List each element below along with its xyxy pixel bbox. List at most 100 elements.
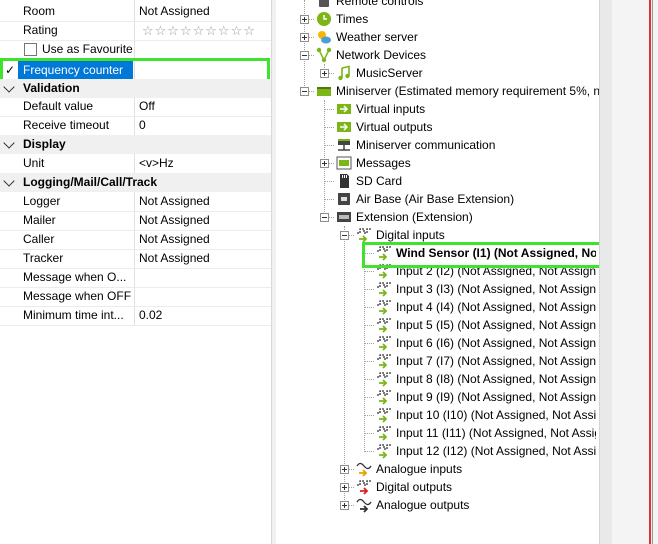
tree-item-weather-server[interactable]: Weather server	[316, 28, 596, 46]
input-label: Input 9 (I9) (Not Assigned, Not Assigne	[396, 390, 596, 404]
prop-logger[interactable]: Logger Not Assigned	[0, 192, 271, 211]
vertical-scrollbar[interactable]	[599, 0, 612, 544]
tree-item-input-3[interactable]: Input 3 (I3) (Not Assigned, Not Assigne	[376, 280, 596, 298]
expand-icon[interactable]	[340, 483, 349, 492]
communication-icon	[336, 137, 352, 153]
digital-input-icon	[376, 443, 392, 459]
input-label: Input 11 (I11) (Not Assigned, Not Assig	[396, 426, 596, 440]
tree-item-input-4[interactable]: Input 4 (I4) (Not Assigned, Not Assigne	[376, 298, 596, 316]
prop-message-off[interactable]: Message when OFF	[0, 287, 271, 306]
collapse-icon[interactable]	[340, 231, 349, 240]
tree-item-input-9[interactable]: Input 9 (I9) (Not Assigned, Not Assigne	[376, 388, 596, 406]
collapse-icon[interactable]	[300, 51, 309, 60]
tree-item-digital-outputs[interactable]: Digital outputs	[356, 478, 596, 496]
tree-item-input-11[interactable]: Input 11 (I11) (Not Assigned, Not Assig	[376, 424, 596, 442]
digital-input-icon	[376, 299, 392, 315]
input-label: Input 10 (I10) (Not Assigned, Not Assig	[396, 408, 596, 422]
favourite-checkbox[interactable]	[24, 43, 37, 56]
digital-input-icon	[376, 371, 392, 387]
category-logging[interactable]: Logging/Mail/Call/Track	[0, 173, 271, 192]
collapse-icon[interactable]	[320, 213, 329, 222]
extension-icon	[336, 209, 352, 225]
prop-favourite[interactable]: Use as Favourite	[0, 40, 271, 59]
collapse-icon[interactable]	[300, 87, 309, 96]
air-base-icon	[336, 191, 352, 207]
prop-room[interactable]: Room Not Assigned	[0, 2, 271, 21]
tree-item-input-8[interactable]: Input 8 (I8) (Not Assigned, Not Assigne	[376, 370, 596, 388]
expand-icon[interactable]	[320, 159, 329, 168]
collapse-icon[interactable]	[3, 81, 15, 93]
tree-item-virtual-inputs[interactable]: Virtual inputs	[336, 100, 596, 118]
clock-icon	[316, 11, 332, 27]
prop-message-on[interactable]: Message when O...	[0, 268, 271, 287]
prop-mailer[interactable]: Mailer Not Assigned	[0, 211, 271, 230]
tree-item-remote-controls[interactable]: Remote controls	[316, 0, 596, 10]
messages-icon	[336, 155, 352, 171]
tree-item-air-base[interactable]: Air Base (Air Base Extension)	[336, 190, 596, 208]
music-note-icon	[336, 65, 352, 81]
tree-item-network-devices[interactable]: Network Devices	[316, 46, 596, 64]
prop-unit[interactable]: Unit <v>Hz	[0, 154, 271, 173]
digital-input-icon	[376, 335, 392, 351]
properties-panel: Room Not Assigned Rating ☆☆☆☆☆☆☆☆☆ Use a…	[0, 0, 271, 544]
expand-icon[interactable]	[320, 69, 329, 78]
expand-icon[interactable]	[300, 33, 309, 42]
digital-output-icon	[356, 479, 372, 495]
remote-icon	[316, 0, 332, 9]
category-validation[interactable]: Validation	[0, 79, 271, 98]
analogue-input-icon	[356, 461, 372, 477]
digital-input-icon	[376, 407, 392, 423]
virtual-output-icon	[336, 119, 352, 135]
sd-card-icon	[336, 173, 352, 189]
tree-item-analogue-outputs[interactable]: Analogue outputs	[356, 496, 596, 514]
expand-icon[interactable]	[340, 465, 349, 474]
prop-minimum-time[interactable]: Minimum time int... 0.02	[0, 306, 271, 325]
miniserver-icon	[316, 83, 332, 99]
tree-item-input-5[interactable]: Input 5 (I5) (Not Assigned, Not Assigne	[376, 316, 596, 334]
input-label: Input 8 (I8) (Not Assigned, Not Assigne	[396, 372, 596, 386]
tree-item-input-7[interactable]: Input 7 (I7) (Not Assigned, Not Assigne	[376, 352, 596, 370]
tree-item-miniserver[interactable]: Miniserver (Estimated memory requirement…	[316, 82, 599, 100]
prop-receive-timeout[interactable]: Receive timeout 0	[0, 116, 271, 135]
rating-stars[interactable]: ☆☆☆☆☆☆☆☆☆	[142, 24, 256, 37]
right-panel-edge	[612, 0, 658, 544]
highlight-frame	[362, 242, 599, 268]
input-label: Input 7 (I7) (Not Assigned, Not Assigne	[396, 354, 596, 368]
tree-item-input-6[interactable]: Input 6 (I6) (Not Assigned, Not Assigne	[376, 334, 596, 352]
collapse-icon[interactable]	[3, 175, 15, 187]
tree-item-analogue-inputs[interactable]: Analogue inputs	[356, 460, 596, 478]
digital-input-icon	[356, 227, 372, 243]
tree-item-miniserver-communication[interactable]: Miniserver communication	[336, 136, 596, 154]
tree-item-times[interactable]: Times	[316, 10, 596, 28]
project-tree: Remote controls Times Weather server Net…	[276, 0, 599, 544]
virtual-input-icon	[336, 101, 352, 117]
digital-input-icon	[376, 353, 392, 369]
tree-item-input-10[interactable]: Input 10 (I10) (Not Assigned, Not Assig	[376, 406, 596, 424]
tree-item-sd-card[interactable]: SD Card	[336, 172, 596, 190]
prop-tracker[interactable]: Tracker Not Assigned	[0, 249, 271, 268]
expand-icon[interactable]	[340, 501, 349, 510]
digital-input-icon	[376, 281, 392, 297]
prop-default-value[interactable]: Default value Off	[0, 97, 271, 116]
tree-item-extension[interactable]: Extension (Extension)	[336, 208, 596, 226]
collapse-icon[interactable]	[3, 137, 15, 149]
tree-item-virtual-outputs[interactable]: Virtual outputs	[336, 118, 596, 136]
analogue-output-icon	[356, 497, 372, 513]
tree-item-musicserver[interactable]: MusicServer	[336, 64, 596, 82]
input-label: Input 5 (I5) (Not Assigned, Not Assigne	[396, 318, 596, 332]
input-label: Input 3 (I3) (Not Assigned, Not Assigne	[396, 282, 596, 296]
digital-input-icon	[376, 425, 392, 441]
digital-input-icon	[376, 317, 392, 333]
network-icon	[316, 47, 332, 63]
prop-caller[interactable]: Caller Not Assigned	[0, 230, 271, 249]
expand-icon[interactable]	[300, 15, 309, 24]
input-label: Input 6 (I6) (Not Assigned, Not Assigne	[396, 336, 596, 350]
tree-item-input-12[interactable]: Input 12 (I12) (Not Assigned, Not Assig	[376, 442, 596, 460]
tree-item-messages[interactable]: Messages	[336, 154, 596, 172]
prop-rating[interactable]: Rating ☆☆☆☆☆☆☆☆☆	[0, 21, 271, 40]
category-display[interactable]: Display	[0, 135, 271, 154]
input-label: Input 4 (I4) (Not Assigned, Not Assigne	[396, 300, 596, 314]
weather-icon	[316, 29, 332, 45]
input-label: Input 12 (I12) (Not Assigned, Not Assig	[396, 444, 596, 458]
digital-input-icon	[376, 389, 392, 405]
